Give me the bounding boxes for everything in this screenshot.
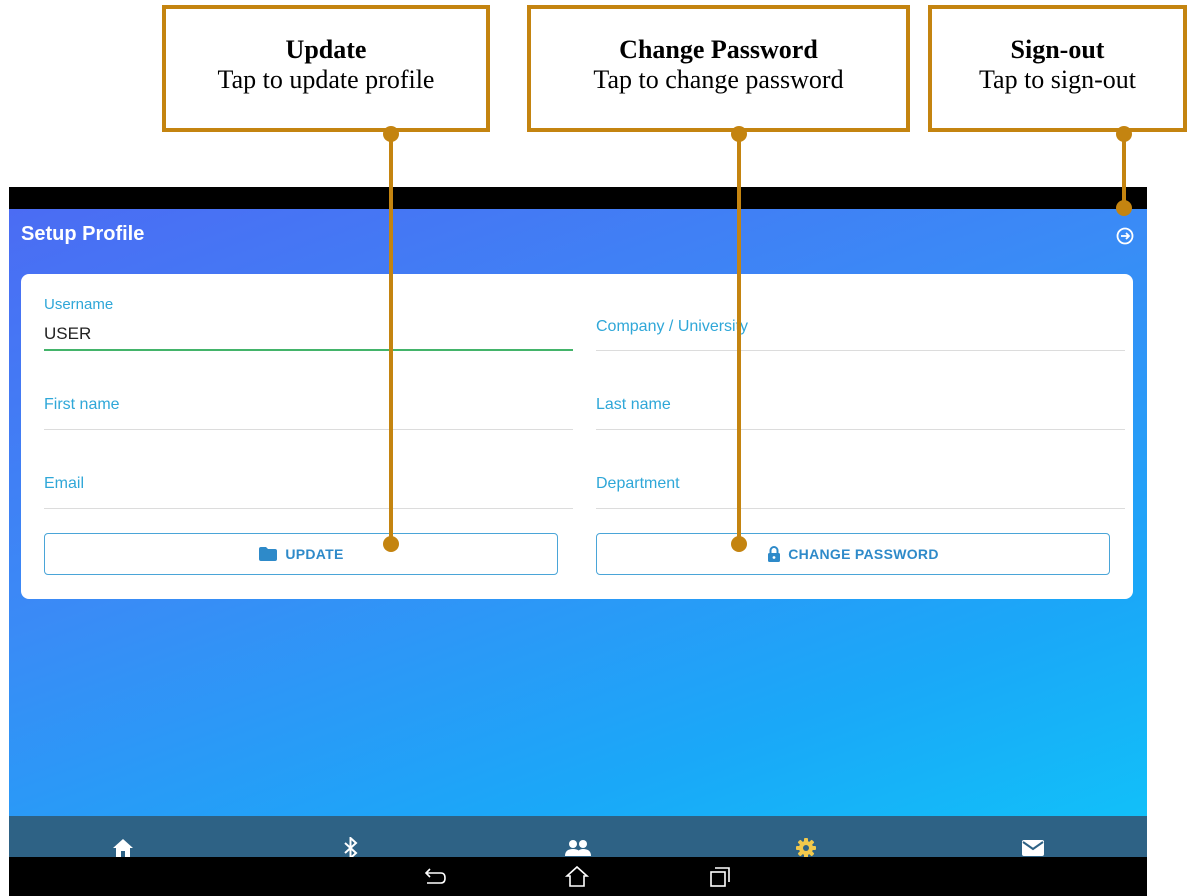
update-leader-top-dot	[383, 126, 399, 142]
callout-update-title: Update	[285, 35, 367, 64]
callout-update: Update Tap to update profile	[162, 5, 490, 132]
signout-leader-line	[1122, 132, 1126, 208]
callout-update-desc: Tap to update profile	[217, 65, 435, 94]
mail-icon	[1022, 839, 1044, 856]
bottom-tab-bar	[9, 816, 1147, 857]
update-button[interactable]: UPDATE	[44, 533, 558, 575]
page-title: Setup Profile	[21, 223, 145, 245]
folder-icon	[259, 547, 278, 561]
gear-icon	[796, 837, 816, 857]
department-underline	[596, 508, 1125, 509]
callout-change-password-title: Change Password	[619, 35, 818, 64]
email-label: Email	[44, 475, 85, 492]
username-field[interactable]: Username USER	[44, 296, 573, 352]
system-nav-bar	[9, 857, 1147, 896]
tab-mail[interactable]	[919, 816, 1147, 857]
last-name-underline	[596, 429, 1125, 430]
callout-signout: Sign-out Tap to sign-out	[928, 5, 1187, 132]
email-field[interactable]: Email	[44, 455, 573, 511]
home-icon	[113, 838, 133, 857]
username-label: Username	[44, 296, 114, 313]
callout-signout-desc: Tap to sign-out	[978, 65, 1137, 94]
home-outline-icon[interactable]	[564, 865, 590, 889]
signout-leader-top-dot	[1116, 126, 1132, 142]
change-password-leader-end-dot	[731, 536, 747, 552]
sign-out-icon[interactable]	[1114, 225, 1136, 247]
tab-bluetooth[interactable]	[237, 816, 465, 857]
company-field[interactable]: Company / University	[596, 296, 1125, 352]
tab-home[interactable]	[9, 816, 237, 857]
email-underline	[44, 508, 573, 509]
update-leader-end-dot	[383, 536, 399, 552]
tablet-device: Setup Profile Username USER Company / Un…	[9, 187, 1147, 896]
department-field[interactable]: Department	[596, 455, 1125, 511]
update-leader-line	[389, 132, 393, 544]
recent-apps-icon[interactable]	[707, 865, 733, 889]
profile-card: Username USER Company / University First…	[21, 274, 1133, 599]
lock-icon	[768, 546, 781, 562]
update-button-label: UPDATE	[285, 546, 344, 562]
change-password-button-label: CHANGE PASSWORD	[788, 546, 939, 562]
first-name-label: First name	[44, 396, 120, 413]
change-password-leader-line	[737, 132, 741, 544]
app-screen: Setup Profile Username USER Company / Un…	[9, 209, 1147, 857]
last-name-field[interactable]: Last name	[596, 376, 1125, 432]
company-underline	[596, 350, 1125, 351]
change-password-button[interactable]: CHANGE PASSWORD	[596, 533, 1110, 575]
first-name-field[interactable]: First name	[44, 376, 573, 432]
signout-leader-end-dot	[1116, 200, 1132, 216]
department-label: Department	[596, 475, 680, 492]
callout-signout-title: Sign-out	[1010, 35, 1105, 64]
bluetooth-icon	[344, 836, 358, 857]
first-name-underline	[44, 429, 573, 430]
company-label: Company / University	[596, 318, 749, 335]
username-underline	[44, 349, 573, 351]
change-password-leader-top-dot	[731, 126, 747, 142]
people-icon	[565, 839, 591, 856]
back-icon[interactable]	[421, 865, 447, 889]
last-name-label: Last name	[596, 396, 671, 413]
callout-change-password-desc: Tap to change password	[593, 65, 844, 94]
callout-change-password: Change Password Tap to change password	[527, 5, 910, 132]
tab-settings[interactable]	[692, 816, 920, 857]
tab-people[interactable]	[464, 816, 692, 857]
username-value: USER	[44, 324, 92, 343]
